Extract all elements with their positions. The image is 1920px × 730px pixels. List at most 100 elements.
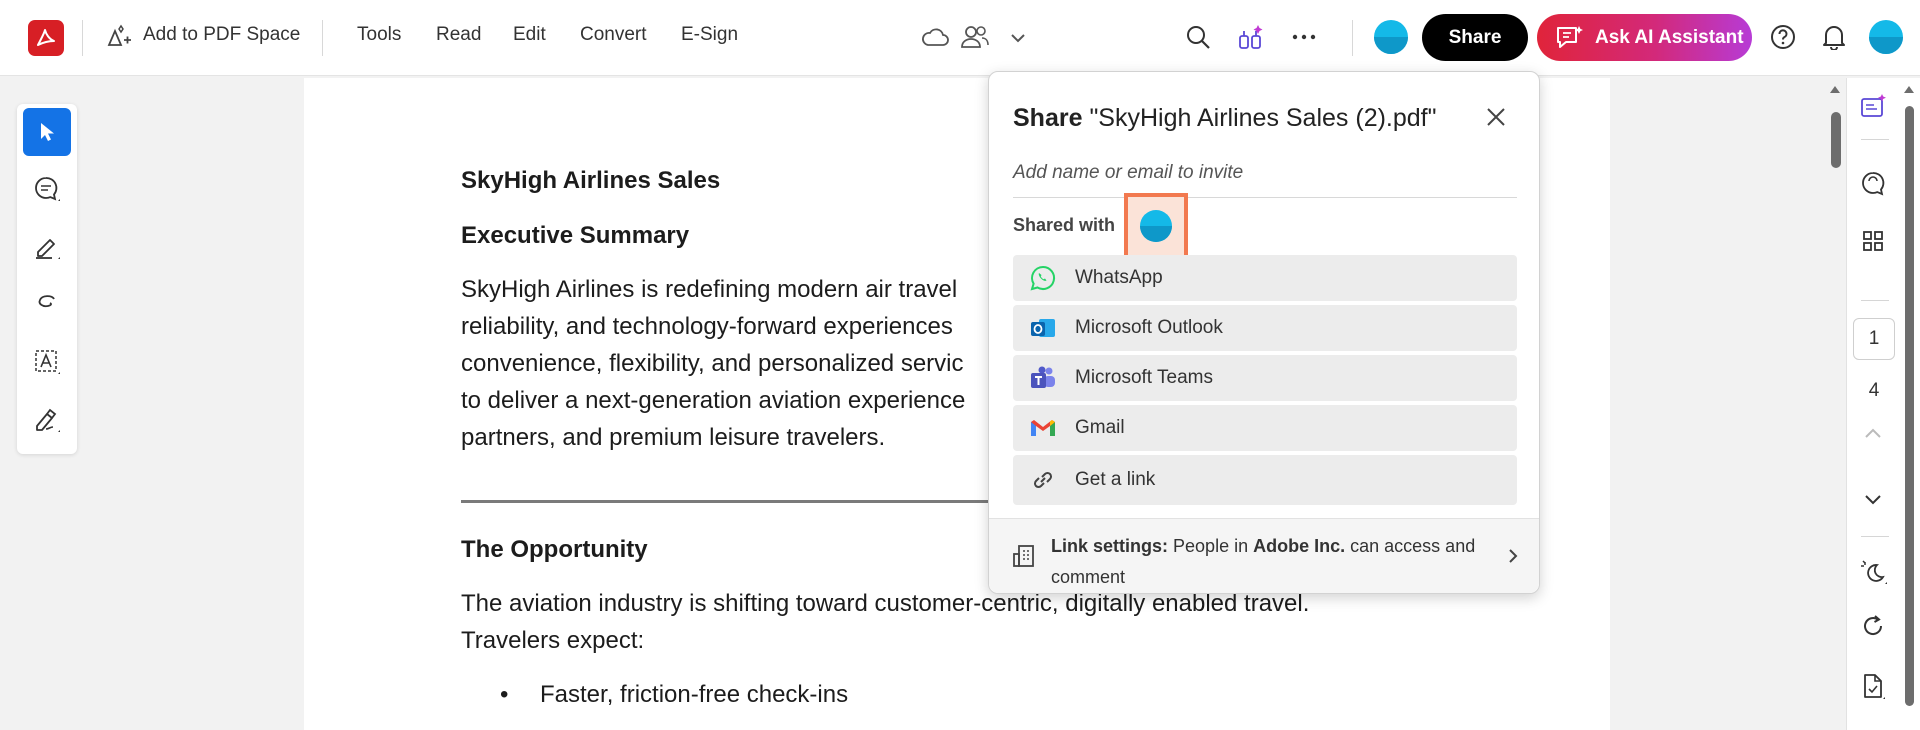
ask-ai-assistant-button[interactable]: Ask AI Assistant	[1537, 14, 1752, 61]
help-icon[interactable]	[1768, 22, 1798, 52]
paragraph-line: reliability, and technology-forward expe…	[461, 313, 953, 340]
paragraph-line: Travelers expect:	[461, 627, 645, 654]
notifications-bell-icon[interactable]	[1819, 22, 1849, 52]
rotate-refresh-icon[interactable]	[1858, 611, 1888, 641]
option-label: Microsoft Teams	[1075, 367, 1213, 388]
outlook-icon	[1029, 305, 1069, 351]
cursor-icon	[41, 123, 54, 141]
ai-generate-icon[interactable]	[1858, 92, 1888, 122]
document-title: SkyHigh Airlines Sales	[461, 167, 721, 194]
section-heading: Executive Summary	[461, 222, 690, 249]
select-tool-button[interactable]	[23, 108, 71, 156]
share-dialog-title: Share "SkyHigh Airlines Sales (2).pdf"	[1013, 104, 1437, 133]
panel-divider	[1861, 536, 1889, 537]
menu-edit[interactable]: Edit	[513, 24, 546, 46]
pen-highlight-icon	[36, 239, 60, 259]
pen-sign-icon	[36, 408, 60, 432]
chevron-down-icon[interactable]	[1006, 26, 1030, 50]
theme-sun-moon-icon[interactable]	[1858, 556, 1890, 588]
share-title-label: Share	[1013, 104, 1083, 132]
chevron-right-icon[interactable]	[1501, 543, 1525, 569]
menu-esign[interactable]: E-Sign	[681, 24, 738, 46]
gmail-icon	[1029, 405, 1069, 451]
organization-name: Adobe Inc.	[1253, 536, 1346, 556]
comment-icon	[35, 177, 60, 201]
share-file-name: "SkyHigh Airlines Sales (2).pdf"	[1089, 104, 1437, 132]
panel-scroll-up-icon	[1904, 86, 1914, 93]
user-avatar[interactable]	[1374, 20, 1408, 54]
link-settings-row[interactable]: Link settings: People in Adobe Inc. can …	[989, 518, 1539, 593]
paragraph-line: SkyHigh Airlines is redefining modern ai…	[461, 276, 958, 303]
comments-panel-icon[interactable]	[1858, 168, 1888, 198]
people-icon[interactable]	[958, 22, 990, 52]
building-icon	[1009, 541, 1039, 571]
bullet-dot: •	[500, 681, 509, 708]
search-icon[interactable]	[1183, 22, 1213, 52]
top-toolbar: Add to PDF Space Tools Read Edit Convert…	[0, 0, 1920, 76]
left-tool-rail	[17, 104, 77, 454]
highlight-tool-button[interactable]	[23, 223, 71, 271]
ai-tools-icon[interactable]	[1235, 20, 1267, 54]
option-label: Get a link	[1075, 469, 1156, 490]
link-settings-label: Link settings:	[1051, 536, 1169, 556]
teams-icon	[1029, 355, 1069, 401]
invite-placeholder-text: Add name or email to invite	[1013, 162, 1244, 183]
previous-page-chevron-up-icon[interactable]	[1858, 418, 1888, 448]
menu-convert[interactable]: Convert	[580, 24, 647, 46]
close-icon[interactable]	[1481, 102, 1511, 132]
draw-tool-button[interactable]	[23, 280, 71, 328]
share-option-get-link[interactable]: Get a link	[1013, 455, 1517, 505]
whatsapp-icon	[1029, 255, 1069, 301]
shared-with-label: Shared with	[1013, 215, 1116, 235]
ai-chat-icon	[1555, 24, 1585, 52]
ai-assistant-label: Ask AI Assistant	[1595, 26, 1744, 48]
paragraph-line: The aviation industry is shifting toward…	[461, 590, 1310, 617]
menu-read[interactable]: Read	[436, 24, 481, 46]
text-box-icon	[35, 350, 60, 374]
comment-tool-button[interactable]	[23, 165, 71, 213]
section-heading: The Opportunity	[461, 536, 648, 563]
add-to-space-icon[interactable]	[104, 22, 134, 52]
share-option-teams[interactable]: Microsoft Teams	[1013, 355, 1517, 401]
cloud-icon[interactable]	[919, 22, 951, 52]
horizontal-rule	[461, 500, 1001, 503]
link-settings-desc-1: People in	[1173, 536, 1249, 556]
toolbar-divider	[322, 20, 323, 56]
option-label: Microsoft Outlook	[1075, 317, 1223, 338]
page-scrollbar[interactable]	[1824, 78, 1846, 730]
page-scroll-thumb[interactable]	[1831, 112, 1841, 168]
paragraph-line: convenience, flexibility, and personaliz…	[461, 350, 964, 377]
toolbar-divider	[82, 20, 83, 56]
text-tool-button[interactable]	[23, 338, 71, 386]
link-settings-text: Link settings: People in Adobe Inc. can …	[1051, 531, 1481, 593]
link-icon	[1029, 457, 1069, 503]
invite-email-input[interactable]: Add name or email to invite	[1013, 162, 1517, 198]
share-option-whatsapp[interactable]: WhatsApp	[1013, 255, 1517, 301]
menu-tools[interactable]: Tools	[357, 24, 401, 46]
share-dialog: Share "SkyHigh Airlines Sales (2).pdf" A…	[988, 71, 1540, 594]
account-avatar[interactable]	[1869, 20, 1903, 54]
toolbar-divider	[1352, 20, 1353, 56]
panel-divider	[1861, 300, 1889, 301]
document-convert-icon[interactable]	[1858, 671, 1888, 701]
add-to-pdf-space-button[interactable]: Add to PDF Space	[143, 24, 300, 46]
total-pages-label: 4	[1868, 380, 1880, 401]
lasso-icon	[38, 295, 55, 308]
paragraph-line: partners, and premium leisure travelers.	[461, 424, 886, 451]
current-page-input[interactable]: 1	[1853, 318, 1895, 360]
more-options-icon[interactable]	[1289, 24, 1319, 50]
scroll-up-arrow-icon	[1830, 86, 1840, 93]
share-option-outlook[interactable]: Microsoft Outlook	[1013, 305, 1517, 351]
acrobat-logo-icon[interactable]	[28, 20, 64, 56]
panel-scrollbar[interactable]	[1905, 106, 1914, 706]
option-label: Gmail	[1075, 417, 1125, 438]
shared-user-avatar[interactable]	[1140, 210, 1172, 242]
bullet-item: Faster, friction-free check-ins	[540, 681, 849, 708]
share-option-gmail[interactable]: Gmail	[1013, 405, 1517, 451]
panel-divider	[1861, 139, 1889, 140]
share-button[interactable]: Share	[1422, 14, 1528, 61]
thumbnails-grid-icon[interactable]	[1858, 226, 1888, 256]
option-label: WhatsApp	[1075, 267, 1163, 288]
next-page-chevron-down-icon[interactable]	[1858, 485, 1888, 515]
sign-tool-button[interactable]	[23, 396, 71, 444]
